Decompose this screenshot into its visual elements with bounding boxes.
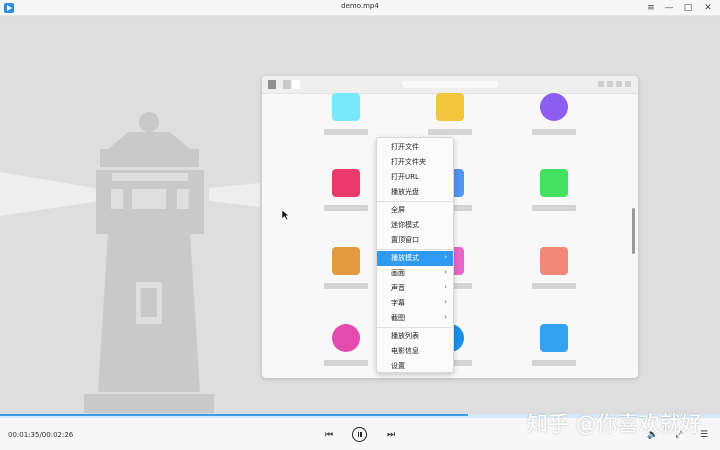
context-menu-item-label: 打开文件夹 [391,158,426,166]
chevron-right-icon: › [444,283,447,291]
app-tile-label [428,129,472,135]
chevron-right-icon: › [444,268,447,276]
app-tile-icon [332,93,360,121]
nav-forward-icon [292,80,300,89]
context-menu-item[interactable]: 打开URL [377,170,453,185]
context-menu-item[interactable]: 声音 › [377,281,453,296]
app-tile-label [532,129,576,135]
chevron-right-icon: › [444,298,447,306]
launcher-scrollbar [632,208,635,254]
view-toggle-icon [268,80,276,89]
close-icon: ✕ [704,3,712,13]
context-menu-item-label: 截图 [391,314,405,322]
main-menu-button[interactable]: ≡ [644,2,658,14]
context-menu-item-label: 打开文件 [391,143,419,151]
previous-button[interactable]: ⏮ [322,429,336,441]
context-menu-item[interactable]: 播放光盘 [377,185,453,200]
pause-button[interactable] [352,427,367,442]
context-menu-item-label: 声音 [391,284,405,292]
minimize-icon: — [664,3,674,13]
context-menu-item-label: 画面 [391,269,405,277]
menu-separator [377,249,453,250]
menu-separator [377,201,453,202]
context-menu-item[interactable]: 字幕 › [377,296,453,311]
app-tile-label [324,283,368,289]
context-menu-item-label: 打开URL [391,173,419,181]
context-menu-item[interactable]: 设置 [377,359,453,374]
context-menu-item[interactable]: 打开文件夹 [377,155,453,170]
launcher-ctrl-icon [598,81,604,87]
context-menu-item[interactable]: 播放模式 › [377,251,453,266]
app-tile-label [532,360,576,366]
context-menu-item[interactable]: 置顶窗口 [377,233,453,248]
title-bar: demo.mp4 ≡ — □ ✕ [0,0,720,16]
context-menu-item[interactable]: 播放列表 [377,329,453,344]
context-menu-item-label: 置顶窗口 [391,236,419,244]
app-tile-icon [436,93,464,121]
app-tile-label [532,205,576,211]
app-tile-icon [332,324,360,352]
context-menu: 打开文件 打开文件夹 打开URL 播放光盘 全屏 迷你模式 置顶窗口 播放模式 › 画面 › 声音 › 字… [376,137,454,373]
app-tile-icon [332,247,360,275]
context-menu-item[interactable]: 画面 › [377,266,453,281]
app-tile-icon [332,169,360,197]
menu-separator [377,327,453,328]
maximize-icon: □ [683,3,693,13]
context-menu-item[interactable]: 截图 › [377,311,453,326]
next-button[interactable]: ⏭ [384,429,398,441]
app-tile-icon [540,93,568,121]
app-tile-label [532,283,576,289]
chevron-right-icon: › [444,313,447,321]
chevron-right-icon: › [444,253,447,261]
context-menu-item-label: 全屏 [391,206,405,214]
context-menu-item-label: 电影信息 [391,347,419,355]
nav-back-icon [283,80,291,89]
launcher-toolbar [262,76,638,94]
watermark-text: 知乎 @你喜欢就好 [527,412,702,436]
launcher-ctrl-icon [607,81,613,87]
mouse-cursor-icon [281,209,290,221]
menu-icon: ≡ [647,3,655,13]
window-title: demo.mp4 [341,2,379,10]
launcher-ctrl-icon [616,81,622,87]
minimize-button[interactable]: — [662,2,676,14]
video-player-window: demo.mp4 ≡ — □ ✕ 打开文件 打开文件夹 打开URL 播放光盘 全… [0,0,720,450]
app-tile-label [324,205,368,211]
context-menu-item[interactable]: 打开文件 [377,140,453,155]
app-tile-label [324,129,368,135]
context-menu-item-label: 设置 [391,362,405,370]
launcher-ctrl-icon [625,81,631,87]
app-tile-label [324,360,368,366]
context-menu-item[interactable]: 电影信息 [377,344,453,359]
launcher-search-bar [402,81,498,88]
app-tile-icon [540,169,568,197]
context-menu-item[interactable]: 迷你模式 [377,218,453,233]
time-display: 00:01:35/00:02:26 [8,431,74,439]
close-button[interactable]: ✕ [701,2,715,14]
context-menu-item-label: 播放模式 [391,254,419,262]
context-menu-item-label: 播放列表 [391,332,419,340]
context-menu-item[interactable]: 全屏 [377,203,453,218]
next-icon: ⏭ [386,430,396,440]
app-tile-icon [540,324,568,352]
previous-icon: ⏮ [324,430,334,440]
context-menu-item-label: 播放光盘 [391,188,419,196]
app-tile-icon [540,247,568,275]
progress-fill [0,414,468,416]
maximize-button[interactable]: □ [681,2,695,14]
context-menu-item-label: 迷你模式 [391,221,419,229]
context-menu-item-label: 字幕 [391,299,405,307]
